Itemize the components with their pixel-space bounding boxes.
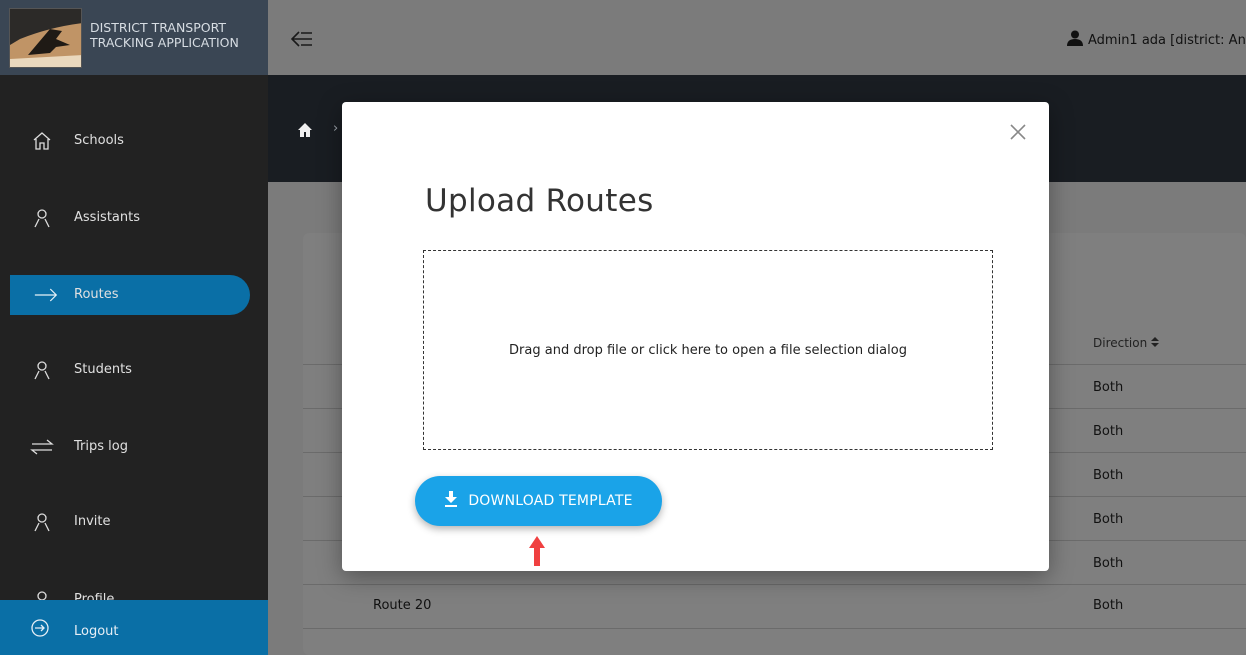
brand-header: DISTRICT TRANSPORT TRACKING APPLICATION xyxy=(0,0,268,75)
sidebar-item-schools[interactable]: Schools xyxy=(0,121,268,161)
arrow-right-icon xyxy=(34,283,58,307)
download-template-label: DOWNLOAD TEMPLATE xyxy=(468,493,633,509)
dropzone-text: Drag and drop file or click here to open… xyxy=(509,342,907,358)
file-dropzone[interactable]: Drag and drop file or click here to open… xyxy=(423,250,993,450)
user-menu[interactable]: Admin1 ada [district: An xyxy=(1066,30,1246,50)
sidebar-item-label: Schools xyxy=(74,133,124,148)
sidebar-item-label: Routes xyxy=(74,287,119,302)
user-icon xyxy=(30,206,54,230)
logout-icon xyxy=(30,618,50,642)
row-divider xyxy=(303,628,1246,629)
user-label: Admin1 ada [district: An xyxy=(1088,32,1246,48)
table-cell-direction: Both xyxy=(1093,598,1124,613)
modal-title: Upload Routes xyxy=(425,183,654,219)
sidebar-item-invite[interactable]: Invite xyxy=(0,502,268,542)
swap-arrows-icon xyxy=(30,435,54,459)
user-icon xyxy=(30,358,54,382)
home-outline-icon xyxy=(30,129,54,153)
sidebar-item-label: Students xyxy=(74,362,132,377)
table-cell-route: Route 20 xyxy=(373,598,432,613)
logout-label: Logout xyxy=(74,624,119,639)
user-icon xyxy=(1066,30,1084,50)
sidebar-item-label: Trips log xyxy=(74,439,128,454)
table-cell-direction: Both xyxy=(1093,380,1124,395)
app-logo xyxy=(9,8,82,68)
home-icon[interactable] xyxy=(297,122,313,142)
sidebar: DISTRICT TRANSPORT TRACKING APPLICATION … xyxy=(0,0,268,655)
sidebar-item-trips-log[interactable]: Trips log xyxy=(0,427,268,467)
close-icon[interactable] xyxy=(1008,122,1028,142)
download-icon xyxy=(444,491,458,511)
sidebar-item-students[interactable]: Students xyxy=(0,350,268,390)
sidebar-item-assistants[interactable]: Assistants xyxy=(0,198,268,238)
sort-icon xyxy=(1151,336,1160,350)
sidebar-item-label: Assistants xyxy=(74,210,140,225)
sidebar-item-label: Invite xyxy=(74,514,111,529)
breadcrumb-separator-icon: › xyxy=(333,121,339,136)
table-cell-direction: Both xyxy=(1093,468,1124,483)
app-title: DISTRICT TRANSPORT TRACKING APPLICATION xyxy=(90,20,239,50)
table-cell-direction: Both xyxy=(1093,512,1124,527)
annotation-arrow-icon xyxy=(529,536,545,566)
collapse-menu-icon[interactable] xyxy=(290,28,314,50)
row-divider xyxy=(303,584,1246,585)
direction-column-header[interactable]: Direction xyxy=(1093,336,1160,350)
user-icon xyxy=(30,510,54,534)
table-cell-direction: Both xyxy=(1093,556,1124,571)
sidebar-item-routes[interactable]: Routes xyxy=(10,275,250,315)
download-template-button[interactable]: DOWNLOAD TEMPLATE xyxy=(415,476,662,526)
table-cell-direction: Both xyxy=(1093,424,1124,439)
logout-button[interactable]: Logout xyxy=(0,600,268,655)
